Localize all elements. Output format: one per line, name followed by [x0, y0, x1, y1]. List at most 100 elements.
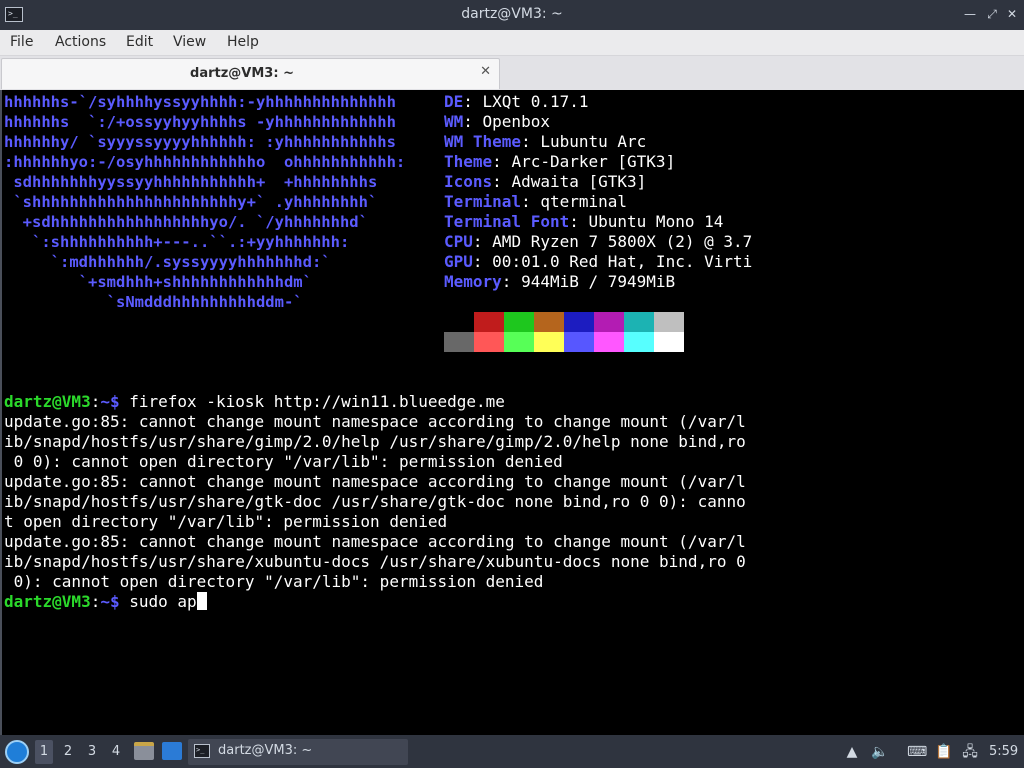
terminal-output[interactable]: hhhhhhs-`/syhhhhyssyyhhhh:-yhhhhhhhhhhhh… [0, 90, 1024, 735]
show-desktop-icon[interactable] [162, 742, 182, 760]
keyboard-icon[interactable]: ⌨ [907, 743, 927, 761]
menu-actions[interactable]: Actions [55, 34, 106, 50]
tab-close-icon[interactable]: ✕ [480, 64, 491, 79]
output-line: ib/snapd/hostfs/usr/share/gtk-doc /usr/s… [4, 492, 746, 511]
color-swatch [564, 332, 594, 352]
clipboard-icon[interactable]: 📋 [935, 743, 953, 761]
window-title: dartz@VM3: ~ [461, 6, 563, 22]
prompt-line: dartz@VM3:~$ firefox -kiosk http://win11… [4, 392, 505, 411]
info-value: Openbox [482, 112, 550, 131]
info-value: 00:01.0 Red Hat, Inc. Virti [492, 252, 753, 271]
close-icon[interactable]: ✕ [1004, 6, 1020, 22]
info-value: AMD Ryzen 7 5800X (2) @ 3.7 [492, 232, 753, 251]
logo-line: :hhhhhhyo:-/osyhhhhhhhhhhhho ohhhhhhhhhh… [4, 153, 406, 171]
menu-bar: File Actions Edit View Help [0, 30, 1024, 56]
info-row: DE: LXQt 0.17.1 [444, 92, 589, 111]
menu-help[interactable]: Help [227, 34, 259, 50]
info-row: CPU: AMD Ryzen 7 5800X (2) @ 3.7 [444, 232, 753, 251]
workspace-4[interactable]: 4 [107, 744, 125, 759]
info-row: Theme: Arc-Darker [GTK3] [444, 152, 676, 171]
start-menu-icon[interactable] [5, 740, 29, 764]
taskbar-task-terminal[interactable]: >_ dartz@VM3: ~ [188, 739, 408, 765]
prompt-user: dartz@VM3 [4, 392, 91, 411]
logo-line: `sNmdddhhhhhhhhhddm-` [4, 293, 303, 311]
color-swatch [534, 312, 564, 332]
logo-line: hhhhhhs-`/syhhhhyssyyhhhh:-yhhhhhhhhhhhh… [4, 93, 396, 111]
prompt-user: dartz@VM3 [4, 592, 91, 611]
info-key: Memory [444, 272, 502, 291]
logo-line: `shhhhhhhhhhhhhhhhhhhhhhy+` .yhhhhhhhh` [4, 193, 378, 211]
color-swatch [624, 332, 654, 352]
info-row: Memory: 944MiB / 7949MiB [444, 272, 676, 291]
logo-line: sdhhhhhhhyyssyyhhhhhhhhhhh+ +hhhhhhhhs [4, 173, 378, 191]
info-value: Arc-Darker [GTK3] [511, 152, 676, 171]
info-key: CPU [444, 232, 473, 251]
output-line: ib/snapd/hostfs/usr/share/gimp/2.0/help … [4, 432, 746, 451]
workspace-2[interactable]: 2 [59, 744, 77, 759]
color-swatch [594, 312, 624, 332]
output-line: update.go:85: cannot change mount namesp… [4, 412, 746, 431]
text-cursor [196, 592, 207, 610]
tab-label: dartz@VM3: ~ [190, 66, 294, 81]
logo-line: hhhhhhy/ `syyyssyyyyhhhhhh: :yhhhhhhhhhh… [4, 133, 396, 151]
info-row: GPU: 00:01.0 Red Hat, Inc. Virti [444, 252, 753, 271]
info-row: WM: Openbox [444, 112, 550, 131]
color-swatch [474, 332, 504, 352]
color-swatch [654, 332, 684, 352]
info-key: Terminal [444, 192, 522, 211]
info-row: Terminal Font: Ubuntu Mono 14 [444, 212, 724, 231]
info-key: WM Theme [444, 132, 522, 151]
terminal-icon: >_ [194, 744, 210, 758]
color-swatch [594, 332, 624, 352]
info-key: GPU [444, 252, 473, 271]
clock[interactable]: 5:59 [989, 744, 1018, 759]
info-value: LXQt 0.17.1 [482, 92, 589, 111]
logo-line: `:mdhhhhhh/.syssyyyyhhhhhhhd:` [4, 253, 331, 271]
command-input[interactable]: sudo ap [120, 592, 196, 611]
output-line: t open directory "/var/lib": permission … [4, 512, 448, 531]
color-swatch [564, 312, 594, 332]
prompt-path: ~$ [100, 592, 120, 611]
updates-icon[interactable]: ▲ [843, 743, 861, 761]
info-value: qterminal [540, 192, 628, 211]
info-row: Icons: Adwaita [GTK3] [444, 172, 647, 191]
info-row: WM Theme: Lubuntu Arc [444, 132, 647, 151]
color-swatch [444, 332, 474, 352]
info-value: Adwaita [GTK3] [511, 172, 647, 191]
terminal-tab[interactable]: dartz@VM3: ~ ✕ [1, 58, 500, 89]
menu-edit[interactable]: Edit [126, 34, 153, 50]
prompt-line[interactable]: dartz@VM3:~$ sudo ap [4, 592, 207, 612]
color-swatch [504, 332, 534, 352]
logo-line: `:shhhhhhhhhh+---..``.:+yyhhhhhhh: [4, 233, 350, 251]
workspace-3[interactable]: 3 [83, 744, 101, 759]
network-icon[interactable]: 🖧 [961, 743, 979, 761]
color-swatch [474, 312, 504, 332]
output-line: ib/snapd/hostfs/usr/share/xubuntu-docs /… [4, 552, 746, 571]
logo-line: +sdhhhhhhhhhhhhhhhhhyo/. `/yhhhhhhhd` [4, 213, 368, 231]
maximize-icon[interactable]: ⤢ [984, 6, 1000, 22]
minimize-icon[interactable]: — [962, 6, 978, 22]
output-line: 0 0): cannot open directory "/var/lib": … [4, 452, 563, 471]
color-swatch [504, 312, 534, 332]
output-line: 0): cannot open directory "/var/lib": pe… [4, 572, 544, 591]
workspace-1[interactable]: 1 [35, 740, 53, 764]
menu-file[interactable]: File [10, 34, 33, 50]
info-value: Lubuntu Arc [540, 132, 647, 151]
info-value: 944MiB / 7949MiB [521, 272, 676, 291]
info-row: Terminal: qterminal [444, 192, 628, 211]
output-line: update.go:85: cannot change mount namesp… [4, 472, 746, 491]
file-manager-icon[interactable] [134, 742, 154, 760]
tab-bar: dartz@VM3: ~ ✕ [0, 56, 1024, 90]
window-titlebar[interactable]: >_ dartz@VM3: ~ — ⤢ ✕ [0, 0, 1024, 30]
command-text: firefox -kiosk http://win11.blueedge.me [119, 392, 505, 411]
info-key: WM [444, 112, 464, 131]
color-swatch [534, 332, 564, 352]
info-key: Icons [444, 172, 493, 191]
volume-icon[interactable]: 🔈 [871, 743, 889, 761]
info-key: Terminal Font [444, 212, 570, 231]
menu-view[interactable]: View [173, 34, 206, 50]
logo-line: `+smdhhh+shhhhhhhhhhhhdm` [4, 273, 312, 291]
color-swatch [624, 312, 654, 332]
prompt-path: ~$ [100, 392, 120, 411]
color-swatch [654, 312, 684, 332]
